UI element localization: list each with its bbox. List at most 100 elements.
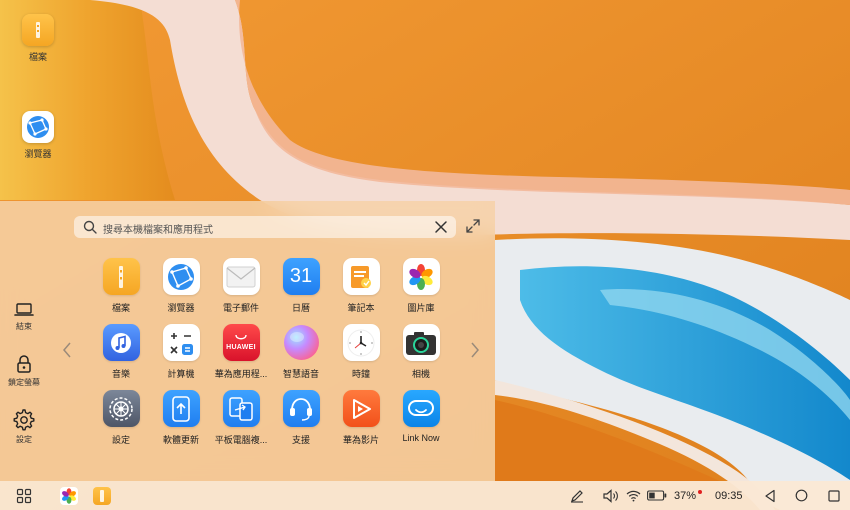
- home-button[interactable]: [795, 481, 808, 510]
- volume-button[interactable]: [603, 481, 619, 510]
- app-launcher-button[interactable]: [16, 481, 32, 510]
- taskbar: 37% 09:35: [0, 481, 850, 510]
- app-label: 設定: [111, 435, 130, 445]
- app-video[interactable]: 華為影片: [332, 390, 390, 446]
- power-off-button[interactable]: 結束: [0, 302, 48, 332]
- app-label: 日曆: [291, 303, 310, 313]
- video-icon: [342, 390, 380, 427]
- app-calculator[interactable]: 計算機: [152, 324, 210, 380]
- search-input[interactable]: 搜尋本機檔案和應用程式: [74, 216, 456, 238]
- back-icon: [765, 489, 775, 502]
- app-voice-assistant[interactable]: 智慧語音: [272, 324, 330, 380]
- app-notepad[interactable]: 筆記本: [332, 258, 390, 314]
- wifi-button[interactable]: [626, 481, 641, 510]
- laptop-icon: [14, 303, 34, 316]
- battery-status[interactable]: [647, 481, 667, 510]
- files-icon: [93, 486, 111, 505]
- desktop-icon-browser[interactable]: 瀏覽器: [8, 111, 68, 160]
- grid-icon: [16, 488, 32, 503]
- app-appgallery[interactable]: HUAWEI 華為應用程...: [212, 324, 270, 380]
- calendar-date: 31: [289, 265, 313, 287]
- volume-icon: [603, 488, 618, 503]
- notepad-icon: [342, 258, 380, 295]
- mail-icon: [222, 258, 260, 295]
- expand-icon[interactable]: [465, 218, 481, 234]
- app-label: 圖片庫: [407, 303, 435, 313]
- app-launcher-panel: 結束 鎖定螢幕 設定 搜尋本機檔案和應用程式 檔案 瀏覽器 電子郵件 31 日曆…: [0, 201, 495, 481]
- app-label: 軟體更新: [162, 435, 199, 445]
- app-label: 音樂: [111, 369, 130, 379]
- app-label: 筆記本: [347, 303, 375, 313]
- app-gallery[interactable]: 圖片庫: [392, 258, 450, 314]
- calculator-icon: [162, 324, 200, 361]
- back-button[interactable]: [764, 481, 776, 510]
- app-music[interactable]: 音樂: [92, 324, 150, 380]
- app-label: 電子郵件: [222, 303, 259, 313]
- battery-icon: [647, 490, 667, 501]
- app-mail[interactable]: 電子郵件: [212, 258, 270, 314]
- side-button-label: 設定: [16, 435, 32, 444]
- side-button-label: 結束: [16, 322, 32, 331]
- next-page-icon[interactable]: [469, 342, 481, 358]
- home-icon: [795, 489, 808, 502]
- gallery-icon: [402, 258, 440, 295]
- app-camera[interactable]: 相機: [392, 324, 450, 380]
- app-label: 檔案: [111, 303, 130, 313]
- files-icon: [102, 258, 140, 295]
- app-label: 平板電腦複...: [214, 435, 268, 445]
- desktop-icon-files[interactable]: 檔案: [8, 14, 68, 63]
- desktop-icon-label: 瀏覽器: [24, 149, 52, 159]
- app-label: 計算機: [167, 369, 195, 379]
- lock-icon: [17, 355, 31, 373]
- app-support[interactable]: 支援: [272, 390, 330, 446]
- side-button-label: 鎖定螢幕: [8, 378, 40, 387]
- lock-screen-button[interactable]: 鎖定螢幕: [0, 354, 48, 388]
- pen-icon: [571, 489, 583, 503]
- settings-button[interactable]: 設定: [0, 409, 48, 445]
- search-placeholder: 搜尋本機檔案和應用程式: [103, 225, 213, 236]
- app-label: Link Now: [402, 433, 440, 443]
- app-tablet-clone[interactable]: 平板電腦複...: [212, 390, 270, 446]
- app-browser[interactable]: 瀏覽器: [152, 258, 210, 314]
- clock-icon: [342, 324, 380, 361]
- support-icon: [282, 390, 320, 427]
- wifi-icon: [626, 490, 641, 501]
- software-update-icon: [162, 390, 200, 427]
- notification-dot: [698, 490, 702, 494]
- app-label: 智慧語音: [282, 369, 319, 379]
- recents-icon: [828, 489, 840, 502]
- app-label: 支援: [291, 435, 310, 445]
- gallery-icon: [60, 486, 78, 505]
- taskbar-app-gallery[interactable]: [60, 481, 78, 510]
- app-label: 瀏覽器: [167, 303, 195, 313]
- app-link-now[interactable]: Link Now: [392, 390, 450, 443]
- app-label: 相機: [411, 369, 430, 379]
- battery-percentage: 37%: [674, 489, 697, 502]
- app-settings[interactable]: 設定: [92, 390, 150, 446]
- close-icon[interactable]: [434, 220, 448, 234]
- calendar-icon: 31: [282, 258, 320, 295]
- clock-time[interactable]: 09:35: [715, 481, 743, 510]
- app-software-update[interactable]: 軟體更新: [152, 390, 210, 446]
- link-now-icon: [402, 390, 440, 427]
- files-icon: [22, 14, 54, 46]
- huawei-wordmark: HUAWEI: [226, 344, 256, 351]
- recents-button[interactable]: [828, 481, 840, 510]
- tablet-clone-icon: [222, 390, 260, 427]
- browser-icon: [162, 258, 200, 295]
- app-calendar[interactable]: 31 日曆: [272, 258, 330, 314]
- app-clock[interactable]: 時鐘: [332, 324, 390, 380]
- pen-button[interactable]: [570, 481, 584, 510]
- taskbar-app-files[interactable]: [93, 481, 111, 510]
- settings-icon: [102, 390, 140, 427]
- appgallery-icon: HUAWEI: [222, 324, 260, 361]
- music-icon: [102, 324, 140, 361]
- previous-page-icon[interactable]: [61, 342, 73, 358]
- app-label: 時鐘: [351, 369, 370, 379]
- gear-icon: [13, 409, 35, 431]
- app-label: 華為影片: [342, 435, 379, 445]
- camera-icon: [402, 324, 440, 361]
- search-icon: [83, 220, 97, 234]
- app-files[interactable]: 檔案: [92, 258, 150, 314]
- browser-icon: [22, 111, 54, 143]
